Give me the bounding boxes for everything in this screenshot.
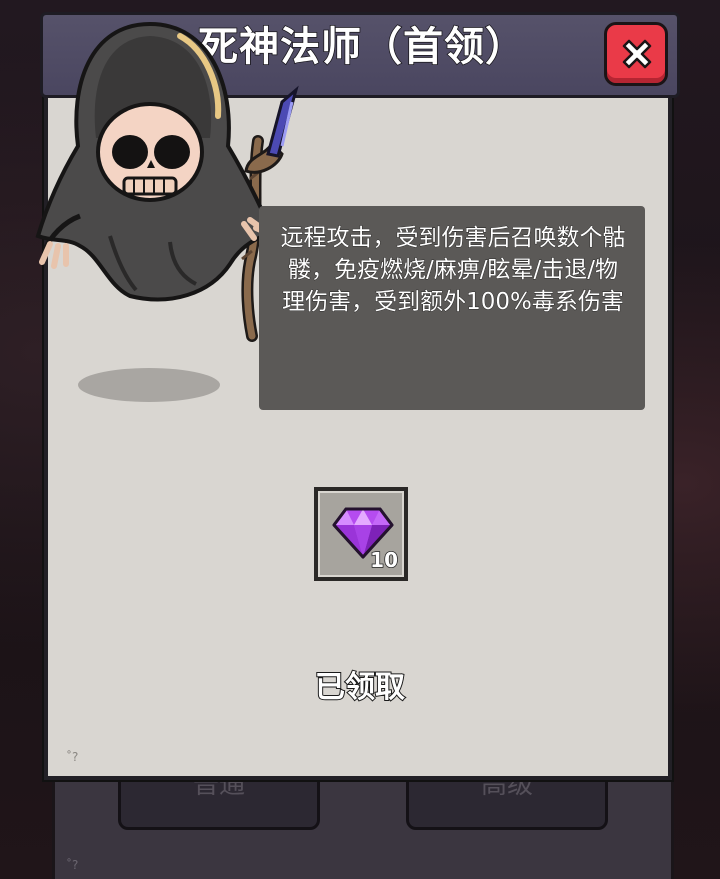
reward-count: 10	[369, 548, 398, 572]
character-shadow	[78, 368, 220, 402]
close-button[interactable]	[604, 22, 668, 86]
claimed-status-label: 已领取	[314, 669, 406, 706]
skull-icon	[96, 102, 204, 202]
game-screen: 普通 高级 ˚? 死神法师（首领） 远程攻击，受到伤害后召唤数个骷髅，免疫燃烧/…	[0, 0, 720, 879]
dialog-corner-mark: ˚?	[66, 750, 79, 764]
reward-item-slot[interactable]: 10	[314, 487, 408, 581]
background-mark: ˚?	[66, 858, 79, 872]
boss-description: 远程攻击，受到伤害后召唤数个骷髅，免疫燃烧/麻痹/眩晕/击退/物理伤害，受到额外…	[259, 206, 645, 410]
close-x-icon	[622, 39, 652, 69]
